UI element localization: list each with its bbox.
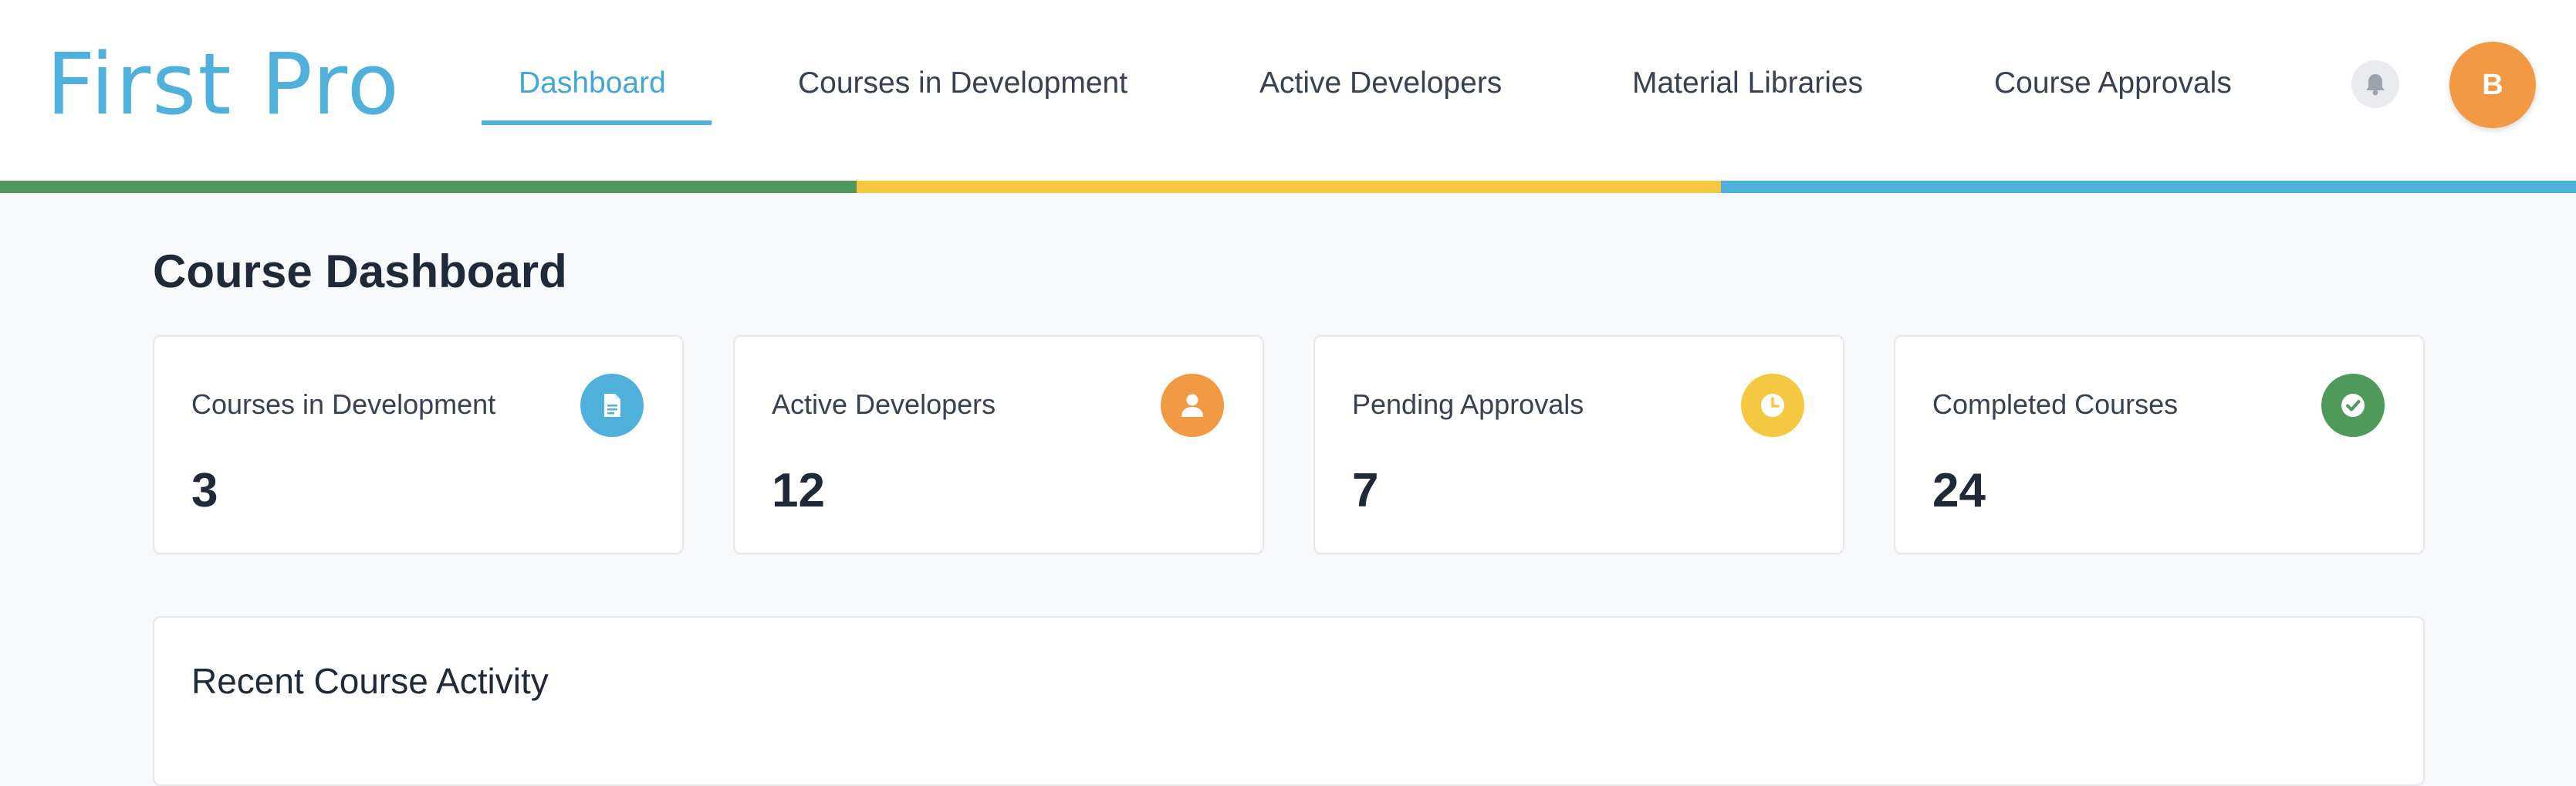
stat-card-completed-courses[interactable]: Completed Courses 24 [1894,335,2425,554]
clock-icon [1757,390,1788,421]
stat-value: 12 [772,463,825,519]
page-title: Course Dashboard [153,244,567,300]
accent-bar-blue [1721,181,2576,193]
stat-card-pending-approvals[interactable]: Pending Approvals 7 [1313,335,1844,554]
recent-activity-card: Recent Course Activity [153,616,2425,786]
check-circle-icon [2338,390,2368,421]
stat-icon-badge [1161,374,1224,437]
accent-bar-green [0,181,857,193]
app-logo[interactable]: First Pro [46,42,401,127]
stat-label: Active Developers [772,388,996,422]
stat-icon-badge [1741,374,1804,437]
nav-tab-courses-in-development[interactable]: Courses in Development [798,65,1127,102]
nav-tab-active-developers[interactable]: Active Developers [1259,65,1502,102]
stat-value: 7 [1352,463,1378,519]
stat-icon-badge [2321,374,2385,437]
nav-tab-course-approvals[interactable]: Course Approvals [1994,65,2232,102]
active-tab-indicator [482,120,712,125]
user-avatar[interactable]: B [2449,42,2536,128]
top-header: First Pro Dashboard Courses in Developme… [0,0,2576,181]
stat-label: Pending Approvals [1352,388,1584,422]
accent-bar-yellow [857,181,1721,193]
user-icon [1177,390,1208,421]
bell-icon [2365,73,2386,96]
stat-value: 24 [1932,463,1986,519]
stat-label: Courses in Development [191,388,495,422]
recent-activity-title: Recent Course Activity [191,659,549,703]
stat-label: Completed Courses [1932,388,2178,422]
nav-tab-material-libraries[interactable]: Material Libraries [1632,65,1863,102]
stat-icon-badge [580,374,644,437]
stat-card-courses-in-development[interactable]: Courses in Development 3 [153,335,684,554]
stat-value: 3 [191,463,218,519]
notifications-button[interactable] [2351,60,2399,108]
stat-card-active-developers[interactable]: Active Developers 12 [733,335,1264,554]
document-icon [597,390,627,421]
nav-tab-dashboard[interactable]: Dashboard [519,65,666,102]
accent-color-bar [0,181,2576,193]
